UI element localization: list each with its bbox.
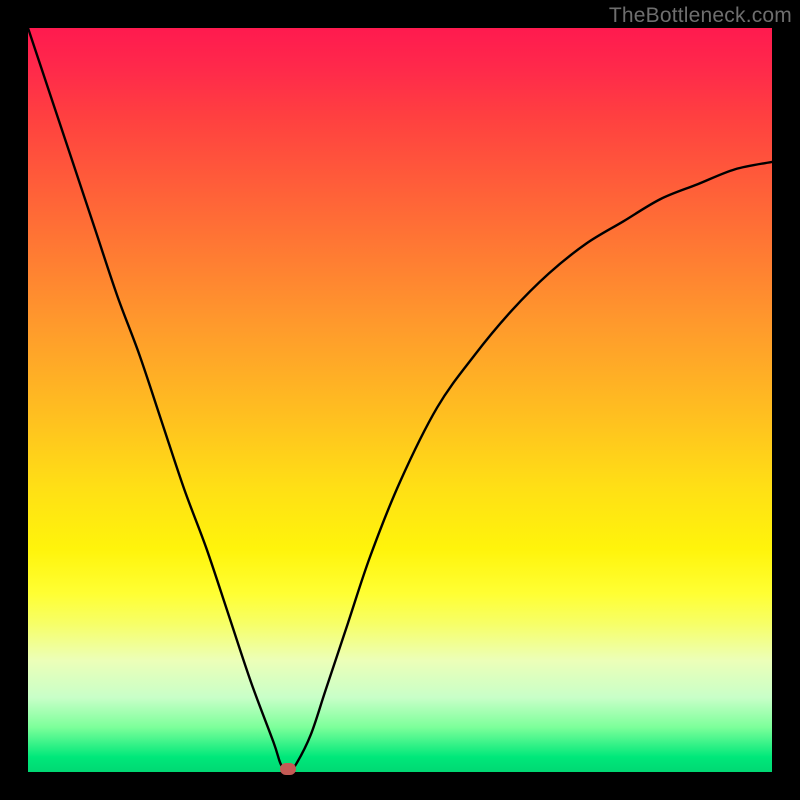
watermark-text: TheBottleneck.com (609, 4, 792, 28)
chart-plot-area (28, 28, 772, 772)
optimal-point-marker (280, 763, 296, 775)
